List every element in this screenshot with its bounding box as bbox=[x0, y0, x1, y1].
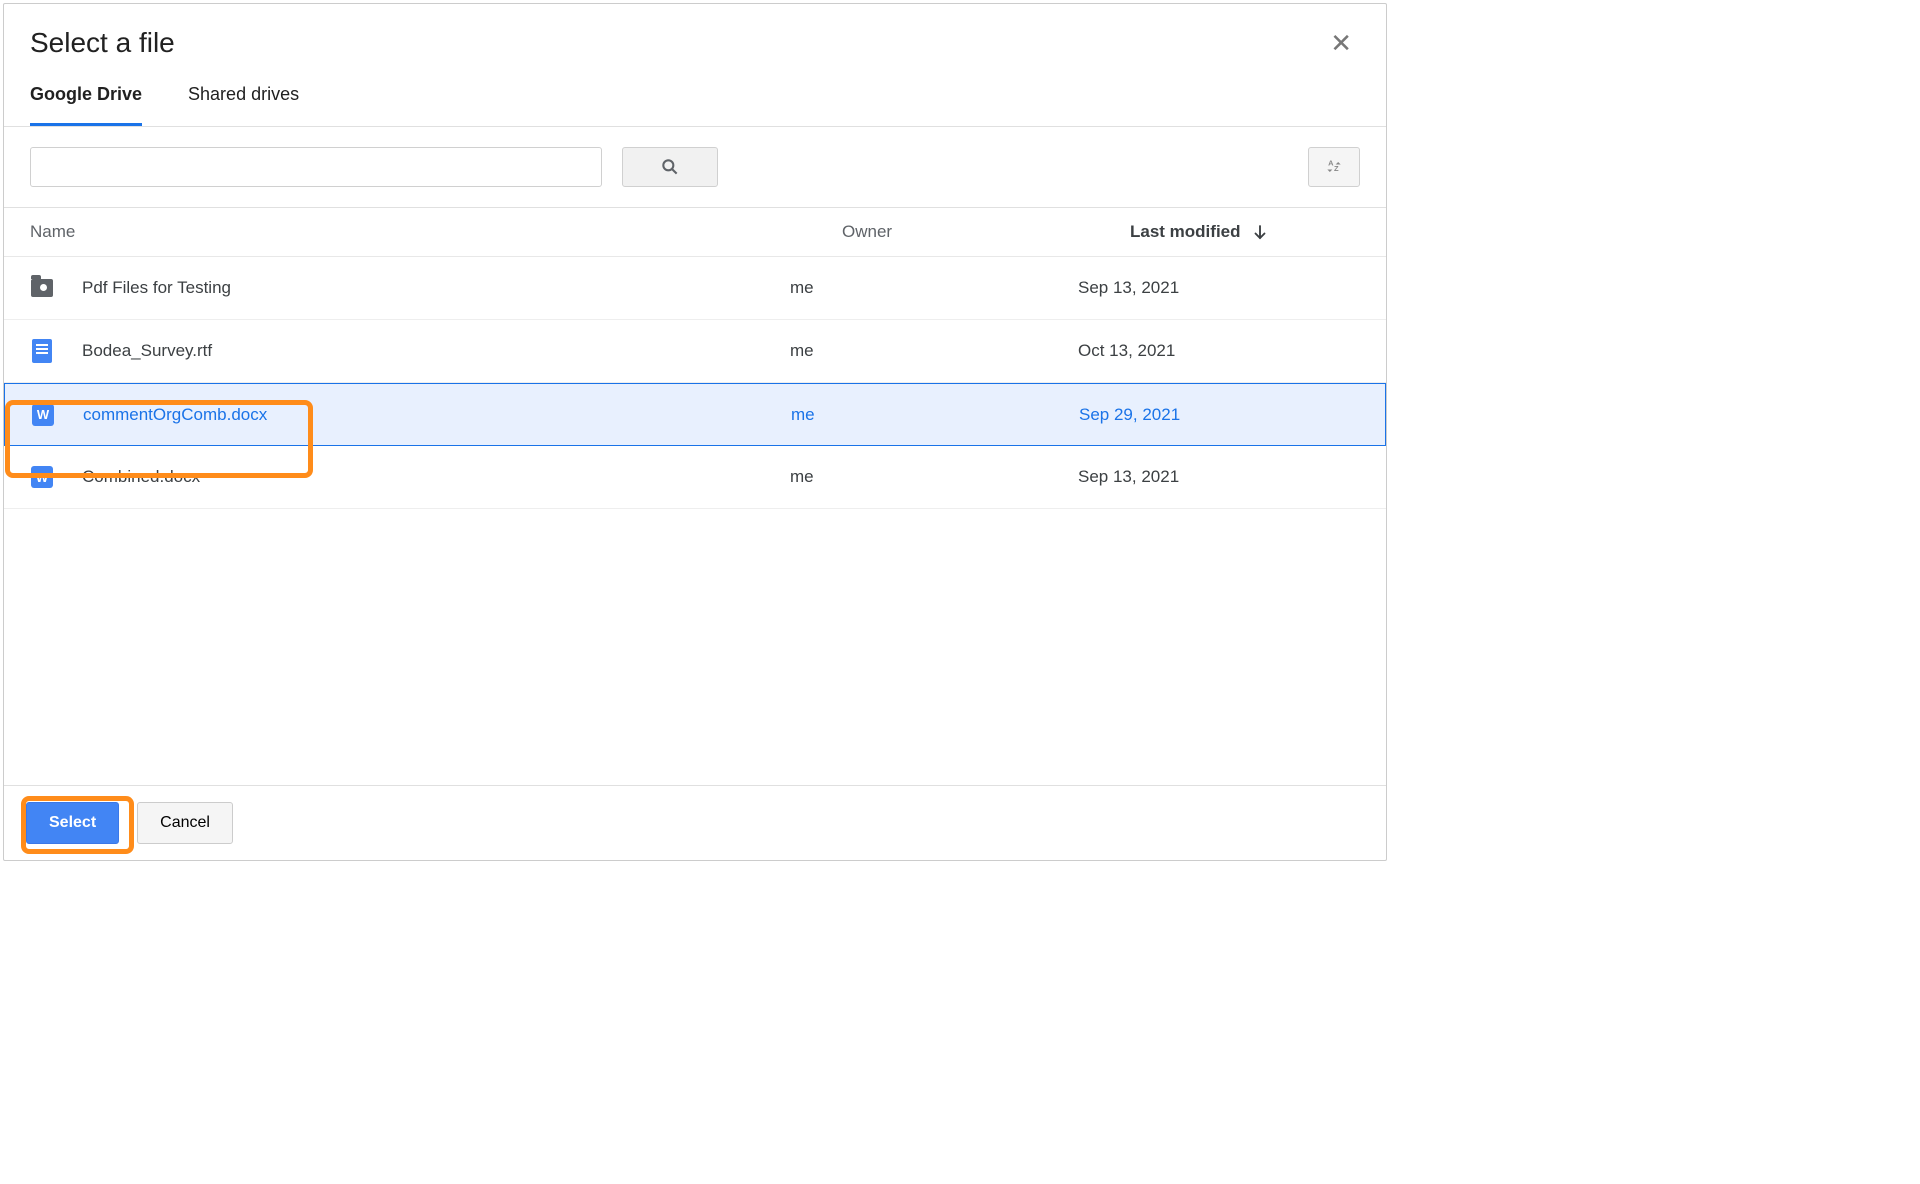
file-name: Combined.docx bbox=[82, 467, 200, 487]
file-name-cell: W Combined.docx bbox=[30, 465, 790, 489]
svg-text:Z: Z bbox=[1334, 164, 1339, 173]
file-list: Pdf Files for Testing me Sep 13, 2021 Bo… bbox=[4, 257, 1386, 785]
dialog-title: Select a file bbox=[30, 27, 175, 59]
tab-shared-drives[interactable]: Shared drives bbox=[188, 84, 299, 126]
file-owner: me bbox=[790, 467, 1078, 487]
folder-shared-icon bbox=[30, 276, 54, 300]
column-header-modified-label: Last modified bbox=[1130, 222, 1241, 242]
file-name: Pdf Files for Testing bbox=[82, 278, 231, 298]
column-header-name[interactable]: Name bbox=[30, 222, 842, 242]
file-picker-dialog: Select a file ✕ Google Drive Shared driv… bbox=[3, 3, 1387, 861]
sort-az-icon: A Z bbox=[1324, 157, 1344, 177]
file-name: Bodea_Survey.rtf bbox=[82, 341, 212, 361]
search-input[interactable] bbox=[30, 147, 602, 187]
dialog-header: Select a file ✕ bbox=[4, 4, 1386, 70]
columns-header: Name Owner Last modified bbox=[4, 208, 1386, 257]
file-modified: Sep 13, 2021 bbox=[1078, 278, 1360, 298]
close-button[interactable]: ✕ bbox=[1322, 26, 1360, 60]
sort-az-button[interactable]: A Z bbox=[1308, 147, 1360, 187]
word-doc-icon: W bbox=[31, 403, 55, 427]
file-name-cell: Bodea_Survey.rtf bbox=[30, 339, 790, 363]
file-name-cell: Pdf Files for Testing bbox=[30, 276, 790, 300]
gdoc-icon bbox=[30, 339, 54, 363]
word-doc-icon: W bbox=[30, 465, 54, 489]
file-modified: Sep 13, 2021 bbox=[1078, 467, 1360, 487]
file-name: commentOrgComb.docx bbox=[83, 405, 267, 425]
search-icon bbox=[660, 157, 680, 177]
file-owner: me bbox=[790, 278, 1078, 298]
tab-google-drive[interactable]: Google Drive bbox=[30, 84, 142, 126]
file-modified: Sep 29, 2021 bbox=[1079, 405, 1359, 425]
file-name-cell: W commentOrgComb.docx bbox=[31, 403, 791, 427]
column-header-owner[interactable]: Owner bbox=[842, 222, 1130, 242]
file-owner: me bbox=[791, 405, 1079, 425]
file-row[interactable]: W Combined.docx me Sep 13, 2021 bbox=[4, 446, 1386, 509]
file-row[interactable]: Bodea_Survey.rtf me Oct 13, 2021 bbox=[4, 320, 1386, 383]
search-button[interactable] bbox=[622, 147, 718, 187]
tab-bar: Google Drive Shared drives bbox=[4, 70, 1386, 127]
cancel-button[interactable]: Cancel bbox=[137, 802, 233, 844]
file-row[interactable]: Pdf Files for Testing me Sep 13, 2021 bbox=[4, 257, 1386, 320]
arrow-down-icon bbox=[1251, 223, 1269, 241]
close-icon: ✕ bbox=[1330, 28, 1352, 58]
file-row-selected[interactable]: W commentOrgComb.docx me Sep 29, 2021 bbox=[4, 383, 1386, 446]
file-owner: me bbox=[790, 341, 1078, 361]
dialog-footer: Select Cancel bbox=[4, 785, 1386, 860]
select-button[interactable]: Select bbox=[26, 802, 119, 844]
file-modified: Oct 13, 2021 bbox=[1078, 341, 1360, 361]
toolbar: A Z bbox=[4, 127, 1386, 208]
column-header-last-modified[interactable]: Last modified bbox=[1130, 222, 1360, 242]
